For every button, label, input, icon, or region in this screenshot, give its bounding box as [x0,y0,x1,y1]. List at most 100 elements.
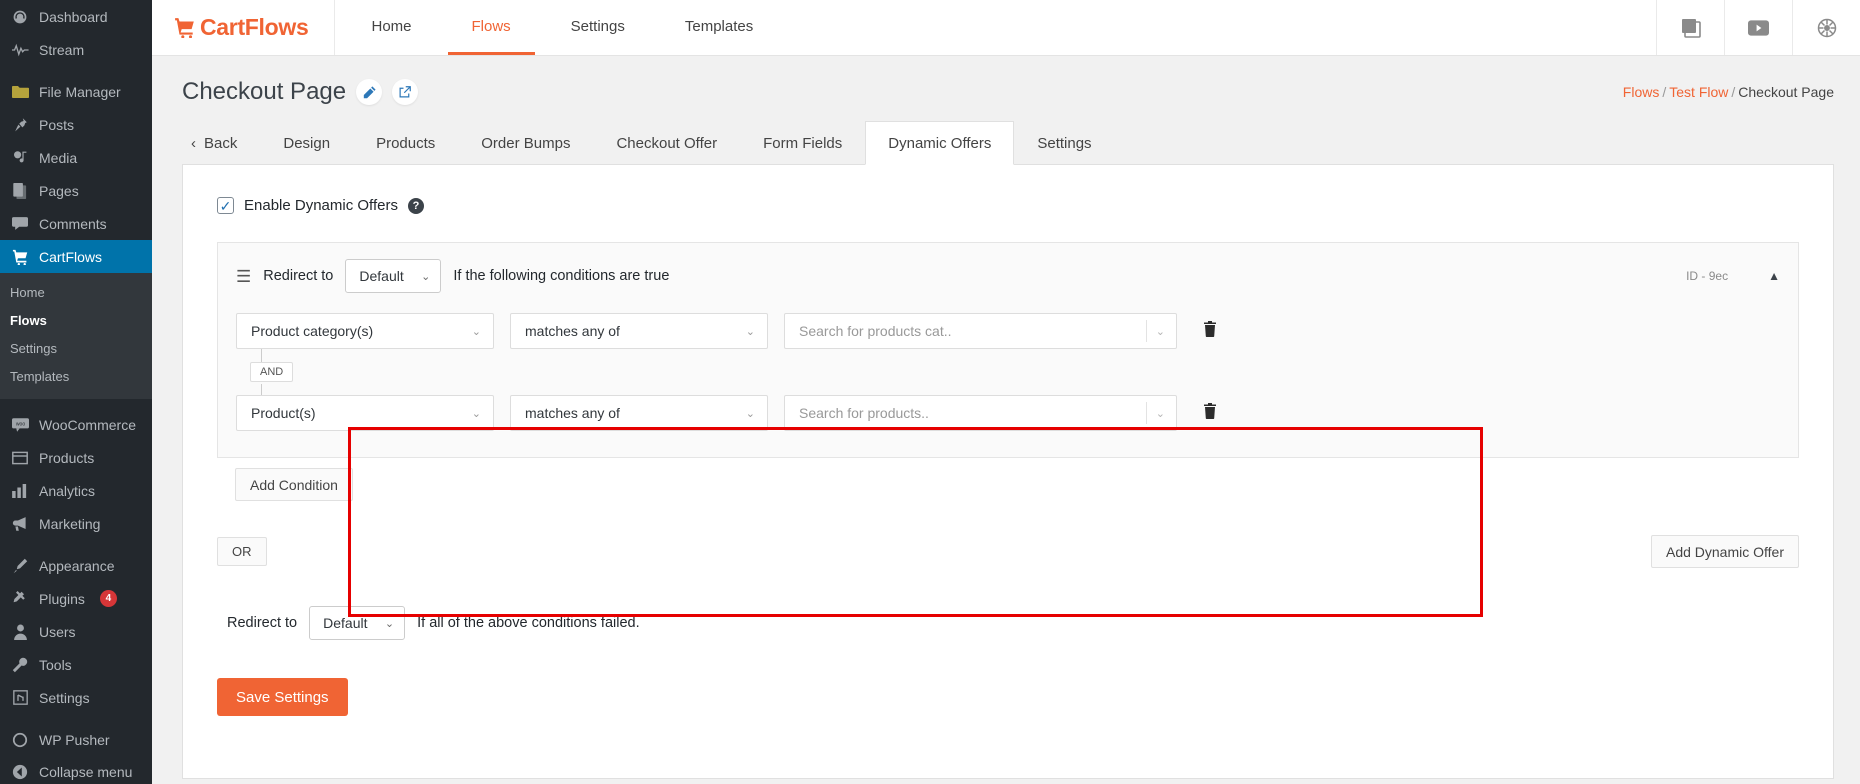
offer-id-label: ID - 9ec [1686,269,1728,283]
chevron-down-icon: ⌄ [385,617,394,630]
sidebar-item-posts[interactable]: Posts [0,108,152,141]
wp-pusher-icon [10,730,30,750]
tab-design[interactable]: Design [260,121,353,165]
tab-back-label: Back [204,135,237,152]
breadcrumb-flow-name[interactable]: Test Flow [1669,84,1728,100]
analytics-icon [10,481,30,501]
docs-icon[interactable] [1656,0,1724,55]
pin-icon [10,115,30,135]
cartflows-top-bar: CartFlows Home Flows Settings Templates [152,0,1860,56]
drag-handle-icon[interactable]: ☰ [236,268,251,285]
submenu-item-home[interactable]: Home [0,279,152,307]
sidebar-item-file-manager[interactable]: File Manager [0,75,152,108]
sidebar-item-plugins[interactable]: Plugins 4 [0,582,152,615]
sidebar-item-label: Tools [39,658,72,672]
condition-operator-value: matches any of [525,323,620,339]
sidebar-item-pages[interactable]: Pages [0,174,152,207]
nav-flows[interactable]: Flows [448,0,535,55]
condition-field-select[interactable]: Product category(s) ⌄ [236,313,494,349]
external-link-icon[interactable] [392,79,418,105]
nav-templates[interactable]: Templates [661,0,777,55]
sidebar-item-wp-pusher[interactable]: WP Pusher [0,723,152,756]
sidebar-item-dashboard[interactable]: Dashboard [0,0,152,33]
chevron-down-icon: ⌄ [746,325,755,338]
redirect-to-select[interactable]: Default ⌄ [345,259,441,293]
cartflows-utility-icons [1656,0,1860,55]
sidebar-item-cartflows[interactable]: CartFlows [0,240,152,273]
sidebar-item-label: Dashboard [39,10,108,24]
condition-search-placeholder: Search for products cat.. [799,323,952,339]
fallback-redirect-select[interactable]: Default ⌄ [309,606,405,640]
dynamic-offer-card: ☰ Redirect to Default ⌄ If the following… [217,242,1799,458]
condition-operator-select[interactable]: matches any of ⌄ [510,313,768,349]
tab-checkout-offer[interactable]: Checkout Offer [593,121,740,165]
sidebar-item-stream[interactable]: Stream [0,33,152,66]
fallback-redirect-row: Redirect to Default ⌄ If all of the abov… [227,606,1799,640]
sidebar-item-marketing[interactable]: Marketing [0,507,152,540]
sidebar-item-users[interactable]: Users [0,615,152,648]
sidebar-item-tools[interactable]: Tools [0,648,152,681]
cartflows-submenu: Home Flows Settings Templates [0,273,152,399]
tools-icon [10,655,30,675]
submenu-item-settings[interactable]: Settings [0,335,152,363]
submenu-item-flows[interactable]: Flows [0,307,152,335]
offer-joiner-or[interactable]: OR [217,537,267,566]
breadcrumb-separator: / [1662,84,1666,100]
dynamic-offers-panel: ✓ Enable Dynamic Offers ? ☰ Redirect to … [182,165,1834,779]
sidebar-item-woocommerce[interactable]: woo WooCommerce [0,408,152,441]
add-condition-button[interactable]: Add Condition [235,468,353,501]
condition-field-select[interactable]: Product(s) ⌄ [236,395,494,431]
sidebar-item-collapse-menu[interactable]: Collapse menu [0,755,152,784]
sidebar-item-label: File Manager [39,85,121,99]
sidebar-item-comments[interactable]: Comments [0,207,152,240]
condition-search-input[interactable]: Search for products cat.. ⌄ [784,313,1177,349]
cartflows-logo[interactable]: CartFlows [152,0,335,55]
sidebar-item-label: Products [39,451,94,465]
enable-dynamic-offers-label: Enable Dynamic Offers [244,197,398,214]
sidebar-item-products[interactable]: Products [0,441,152,474]
sidebar-divider [0,714,152,723]
nav-home[interactable]: Home [347,0,435,55]
tab-settings[interactable]: Settings [1014,121,1114,165]
media-icon [10,148,30,168]
condition-joiner-and[interactable]: AND [250,362,293,382]
sidebar-item-settings[interactable]: Settings [0,681,152,714]
search-divider [1146,320,1147,342]
edit-title-icon[interactable] [356,79,382,105]
condition-operator-select[interactable]: matches any of ⌄ [510,395,768,431]
sidebar-item-appearance[interactable]: Appearance [0,549,152,582]
joiner-line-bottom [261,384,262,395]
collapse-offer-icon[interactable]: ▲ [1768,269,1780,283]
nav-spacer [777,0,1656,55]
pages-icon [10,181,30,201]
delete-condition-icon[interactable] [1203,321,1217,342]
redirect-to-value: Default [359,268,403,284]
chevron-down-icon: ⌄ [1156,325,1165,338]
sidebar-item-media[interactable]: Media [0,141,152,174]
video-tutorial-icon[interactable] [1724,0,1792,55]
tab-back[interactable]: ‹ Back [182,121,260,165]
sidebar-divider [0,540,152,549]
sidebar-item-analytics[interactable]: Analytics [0,474,152,507]
add-dynamic-offer-button[interactable]: Add Dynamic Offer [1651,535,1799,568]
breadcrumb-flows[interactable]: Flows [1623,84,1660,100]
help-support-icon[interactable] [1792,0,1860,55]
svg-text:woo: woo [15,421,25,427]
tab-form-fields[interactable]: Form Fields [740,121,865,165]
tab-order-bumps[interactable]: Order Bumps [458,121,593,165]
tab-products[interactable]: Products [353,121,458,165]
breadcrumb-separator: / [1731,84,1735,100]
stream-icon [10,40,30,60]
save-settings-button[interactable]: Save Settings [217,678,348,716]
help-icon[interactable]: ? [408,198,424,214]
search-divider [1146,402,1147,424]
condition-search-input[interactable]: Search for products.. ⌄ [784,395,1177,431]
enable-dynamic-offers-checkbox[interactable]: ✓ [217,197,234,214]
products-icon [10,448,30,468]
tab-dynamic-offers[interactable]: Dynamic Offers [865,121,1014,165]
nav-settings[interactable]: Settings [547,0,649,55]
submenu-item-templates[interactable]: Templates [0,363,152,391]
condition-search-placeholder: Search for products.. [799,405,929,421]
cartflows-icon [10,247,30,267]
delete-condition-icon[interactable] [1203,403,1217,424]
